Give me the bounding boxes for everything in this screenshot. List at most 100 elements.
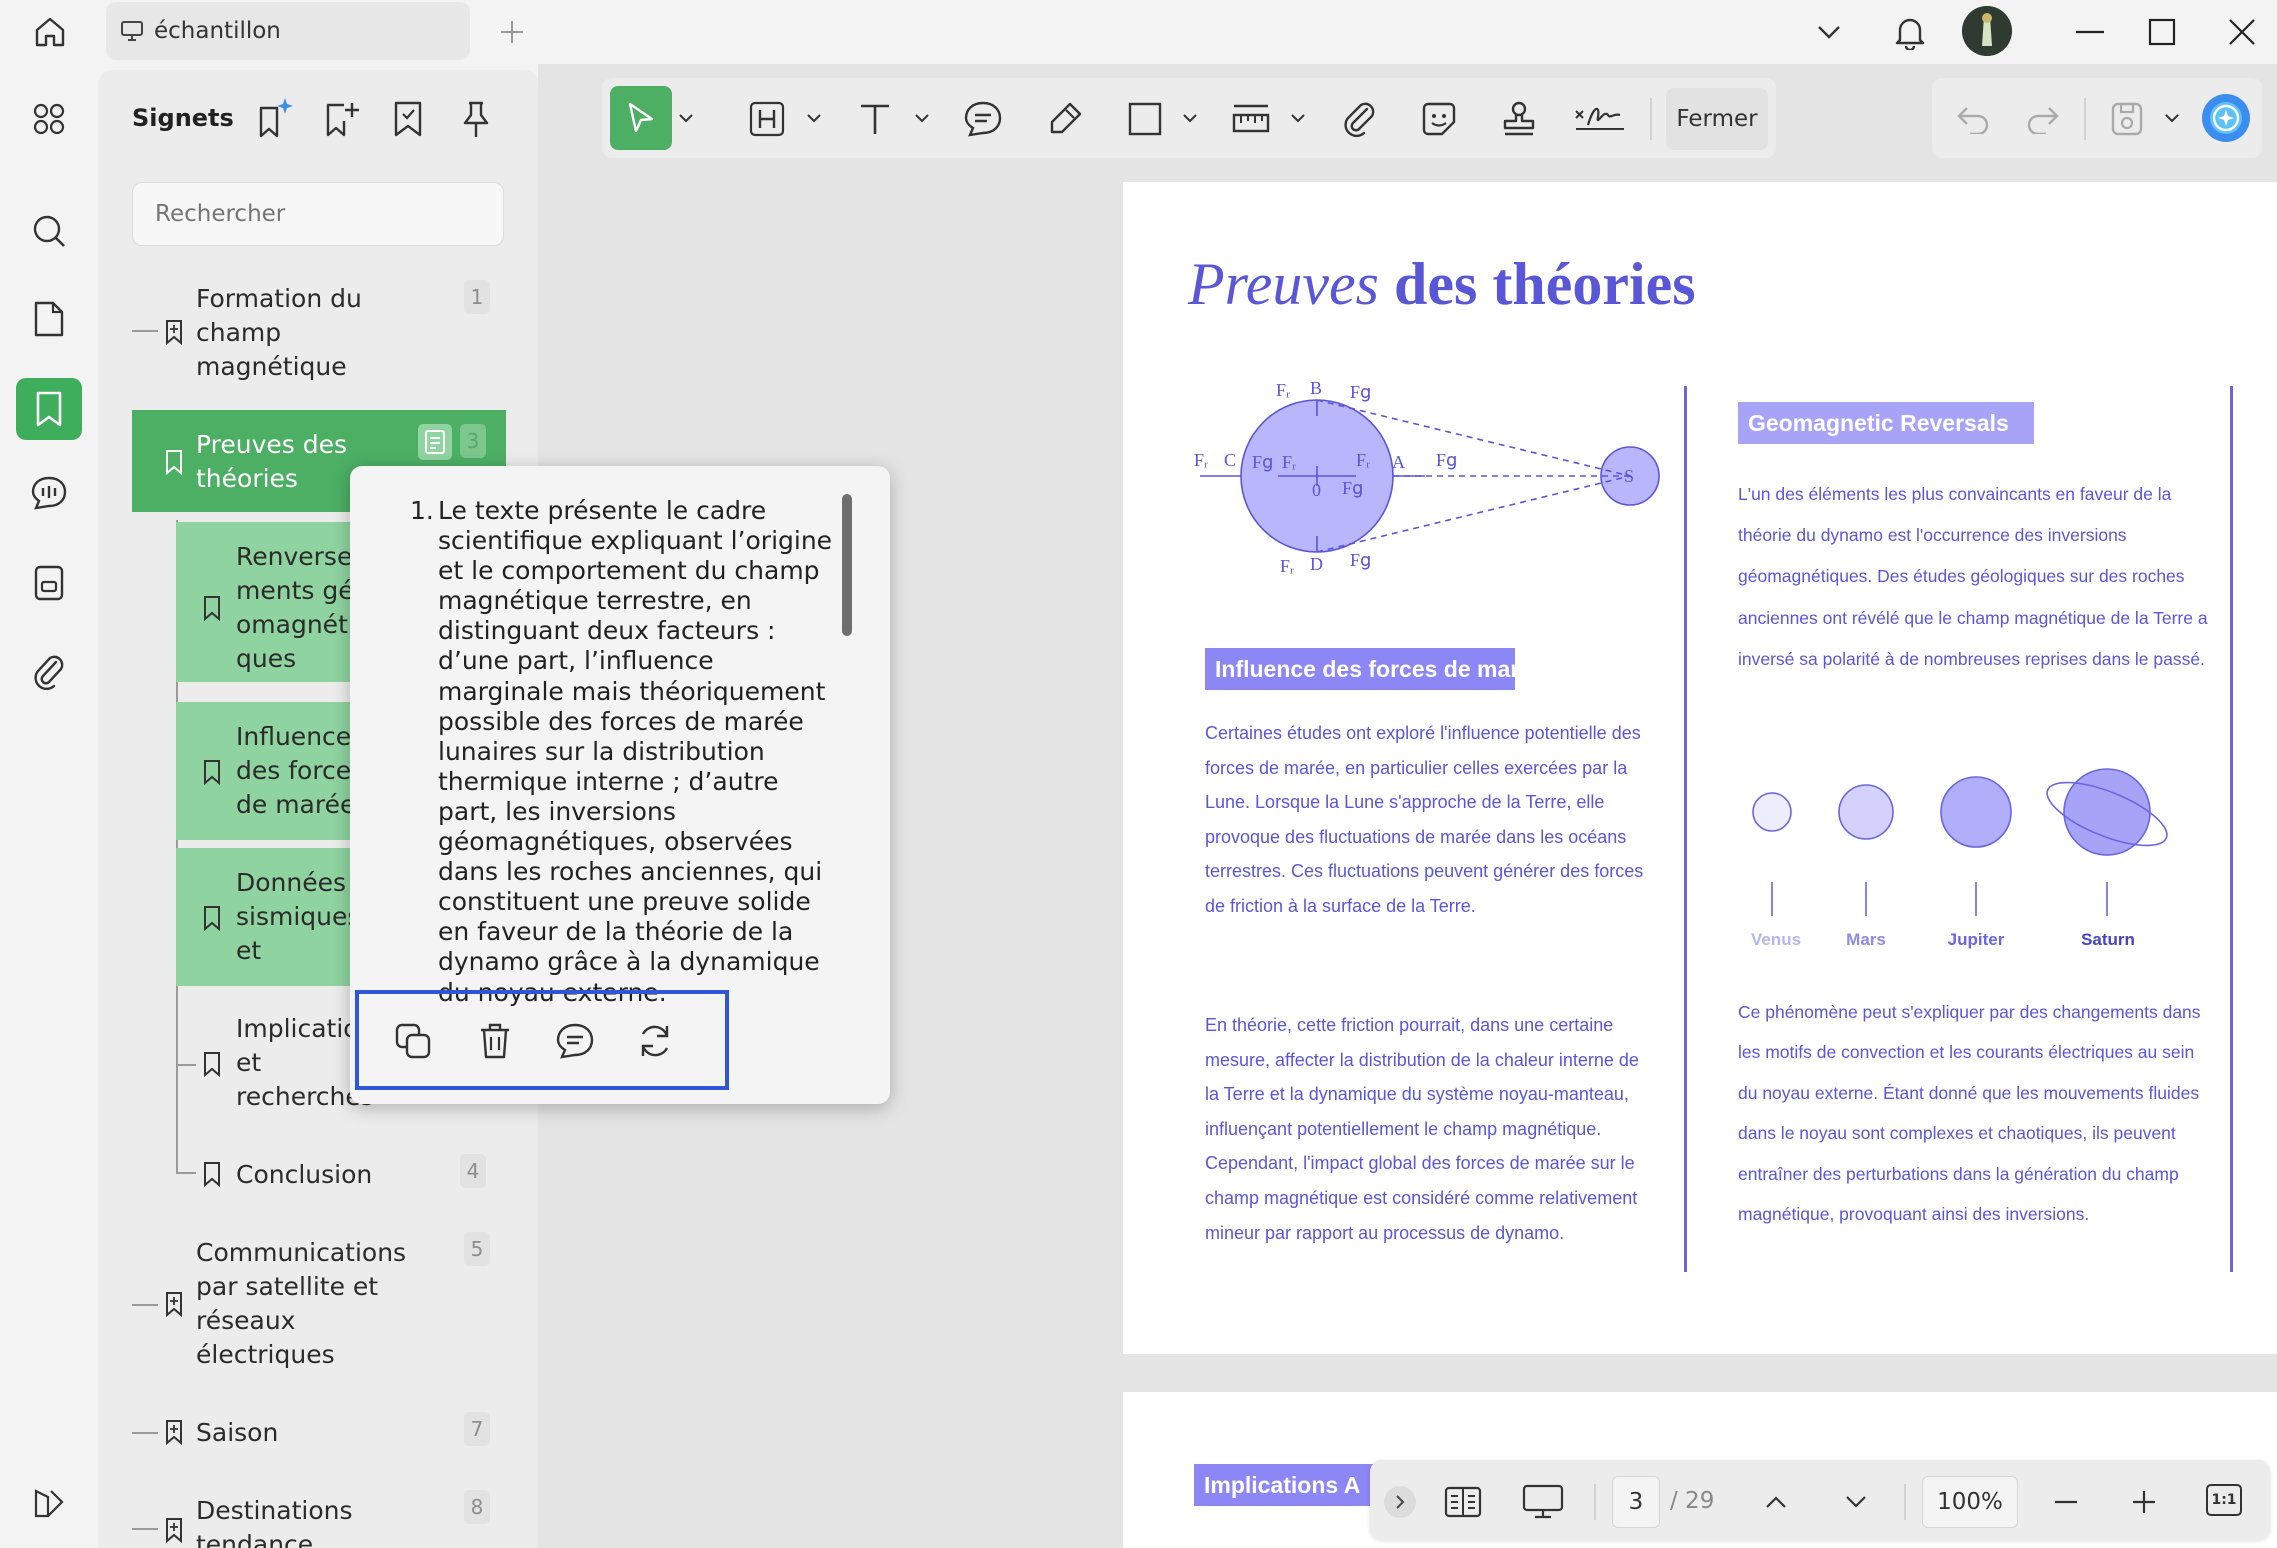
label-o: 0 bbox=[1312, 480, 1321, 500]
select-tool-icon[interactable] bbox=[610, 86, 672, 150]
page-title-italic: Preuves bbox=[1188, 251, 1380, 317]
chevron-down-icon[interactable] bbox=[1180, 108, 1200, 128]
toolbar-divider bbox=[2084, 98, 2086, 140]
bookmark-page-number: 1 bbox=[464, 280, 490, 314]
document-tab[interactable]: échantillon bbox=[106, 2, 470, 60]
bookmark-label[interactable]: Communications par satellite et réseaux … bbox=[196, 1236, 406, 1372]
rectangle-tool-icon[interactable] bbox=[1122, 96, 1168, 142]
ai-assistant-icon[interactable] bbox=[2202, 94, 2250, 142]
ai-bookmark-icon[interactable] bbox=[254, 94, 296, 142]
attachment-icon[interactable] bbox=[26, 648, 72, 694]
save-icon[interactable] bbox=[2104, 96, 2150, 142]
undo-icon[interactable] bbox=[1950, 96, 1996, 142]
bookmark-icon bbox=[162, 1418, 186, 1446]
pin-icon[interactable] bbox=[456, 96, 496, 142]
theme-icon[interactable] bbox=[26, 1480, 72, 1526]
highlighter-tool-icon[interactable] bbox=[1042, 96, 1088, 142]
chevron-right-icon[interactable] bbox=[1384, 1486, 1416, 1518]
close-toolbar-button[interactable]: Fermer bbox=[1666, 88, 1768, 150]
bookmark-label[interactable]: Conclusion bbox=[236, 1158, 436, 1192]
page-title: Preuves des théories bbox=[1188, 250, 1696, 319]
sticker-tool-icon[interactable] bbox=[1416, 96, 1462, 142]
new-tab-plus-icon[interactable] bbox=[494, 12, 530, 52]
chevron-down-icon[interactable] bbox=[1812, 14, 1846, 50]
chevron-down-icon[interactable] bbox=[1288, 108, 1308, 128]
bookmark-page-number: 5 bbox=[464, 1232, 490, 1266]
bookmark-page-number: 3 bbox=[460, 424, 486, 458]
bookmark-search-input[interactable] bbox=[132, 182, 504, 246]
comment-icon[interactable] bbox=[26, 470, 72, 516]
monitor-icon bbox=[118, 18, 146, 44]
chevron-down-icon[interactable] bbox=[676, 108, 696, 128]
zoom-level[interactable]: 100% bbox=[1922, 1476, 2018, 1528]
label-b: B bbox=[1310, 378, 1322, 398]
home-icon[interactable] bbox=[26, 10, 74, 54]
maximize-icon[interactable] bbox=[2142, 12, 2182, 52]
regenerate-icon[interactable] bbox=[632, 1018, 678, 1064]
reading-mode-icon[interactable] bbox=[1440, 1480, 1486, 1524]
section-heading: Implications A bbox=[1194, 1464, 1374, 1506]
label-fg: F𝗀 bbox=[1252, 452, 1273, 472]
measure-tool-icon[interactable] bbox=[1228, 96, 1274, 142]
bookmark-page-number: 8 bbox=[464, 1490, 490, 1524]
apps-grid-icon[interactable] bbox=[26, 96, 72, 142]
popup-scrollbar[interactable] bbox=[842, 494, 852, 636]
zoom-out-icon[interactable] bbox=[2048, 1484, 2084, 1520]
chevron-down-icon[interactable] bbox=[1838, 1484, 1874, 1520]
label-fg: F𝗀 bbox=[1436, 450, 1457, 470]
page-icon[interactable] bbox=[26, 296, 72, 342]
form-icon[interactable] bbox=[26, 560, 72, 606]
column-divider bbox=[2230, 386, 2233, 1272]
redo-icon[interactable] bbox=[2020, 96, 2066, 142]
label-c: C bbox=[1224, 450, 1236, 470]
text-tool-icon[interactable] bbox=[852, 96, 898, 142]
bookmark-label[interactable]: Destinations tendance bbox=[196, 1494, 396, 1548]
avatar[interactable] bbox=[1962, 6, 2012, 56]
ai-summary-icon[interactable] bbox=[418, 424, 452, 460]
page-number-input[interactable]: 3 bbox=[1612, 1476, 1660, 1528]
copy-icon[interactable] bbox=[390, 1018, 436, 1064]
close-window-icon[interactable] bbox=[2222, 12, 2262, 52]
label-s: S bbox=[1624, 466, 1634, 486]
signature-tool-icon[interactable] bbox=[1572, 96, 1628, 142]
attachment-tool-icon[interactable] bbox=[1336, 96, 1382, 142]
bookmark-icon bbox=[162, 448, 186, 476]
presentation-icon[interactable] bbox=[1518, 1480, 1568, 1524]
label-fg: F𝗀 bbox=[1342, 478, 1363, 498]
tree-line bbox=[176, 1064, 196, 1066]
label-fr: Fᵣ bbox=[1276, 380, 1290, 400]
heading-tool-icon[interactable] bbox=[744, 96, 790, 142]
summary-paragraph: Le texte présente le cadre scientifique … bbox=[438, 496, 833, 1007]
stamp-tool-icon[interactable] bbox=[1496, 96, 1542, 142]
section-heading: Influence des forces de marée bbox=[1205, 648, 1515, 690]
bookmark-label: Renversements géomagnétiques bbox=[236, 542, 355, 673]
actual-size-label: 1:1 bbox=[2211, 1492, 2237, 1508]
zoom-in-icon[interactable] bbox=[2126, 1484, 2162, 1520]
actual-size-button[interactable]: 1:1 bbox=[2206, 1484, 2242, 1516]
bookmark-label[interactable]: Saison bbox=[196, 1416, 396, 1450]
delete-icon[interactable] bbox=[472, 1018, 518, 1064]
tree-line bbox=[132, 1528, 158, 1530]
minimize-icon[interactable] bbox=[2070, 12, 2110, 52]
chevron-up-icon[interactable] bbox=[1758, 1484, 1794, 1520]
chevron-down-icon[interactable] bbox=[912, 108, 932, 128]
chevron-down-icon[interactable] bbox=[2162, 108, 2182, 128]
tab-title: échantillon bbox=[154, 18, 281, 44]
left-rail bbox=[0, 70, 98, 1548]
tree-line bbox=[132, 1432, 158, 1434]
bookmark-label: Preuves des théories bbox=[196, 430, 348, 493]
comment-tool-icon[interactable] bbox=[960, 96, 1006, 142]
comment-icon[interactable] bbox=[552, 1018, 598, 1064]
add-bookmark-icon[interactable] bbox=[322, 96, 362, 142]
bookmark-panel-icon[interactable] bbox=[16, 378, 82, 440]
label-fr: Fᵣ bbox=[1282, 452, 1296, 472]
label-fg: F𝗀 bbox=[1350, 382, 1371, 402]
search-icon[interactable] bbox=[26, 208, 72, 254]
planet-label: Saturn bbox=[2081, 930, 2135, 949]
bell-icon[interactable] bbox=[1890, 10, 1930, 54]
chevron-down-icon[interactable] bbox=[804, 108, 824, 128]
list-number: 1. bbox=[410, 496, 434, 525]
close-label: Fermer bbox=[1676, 106, 1758, 132]
bookmark-list-icon[interactable] bbox=[388, 96, 428, 142]
label-fr: Fᵣ bbox=[1280, 556, 1294, 576]
